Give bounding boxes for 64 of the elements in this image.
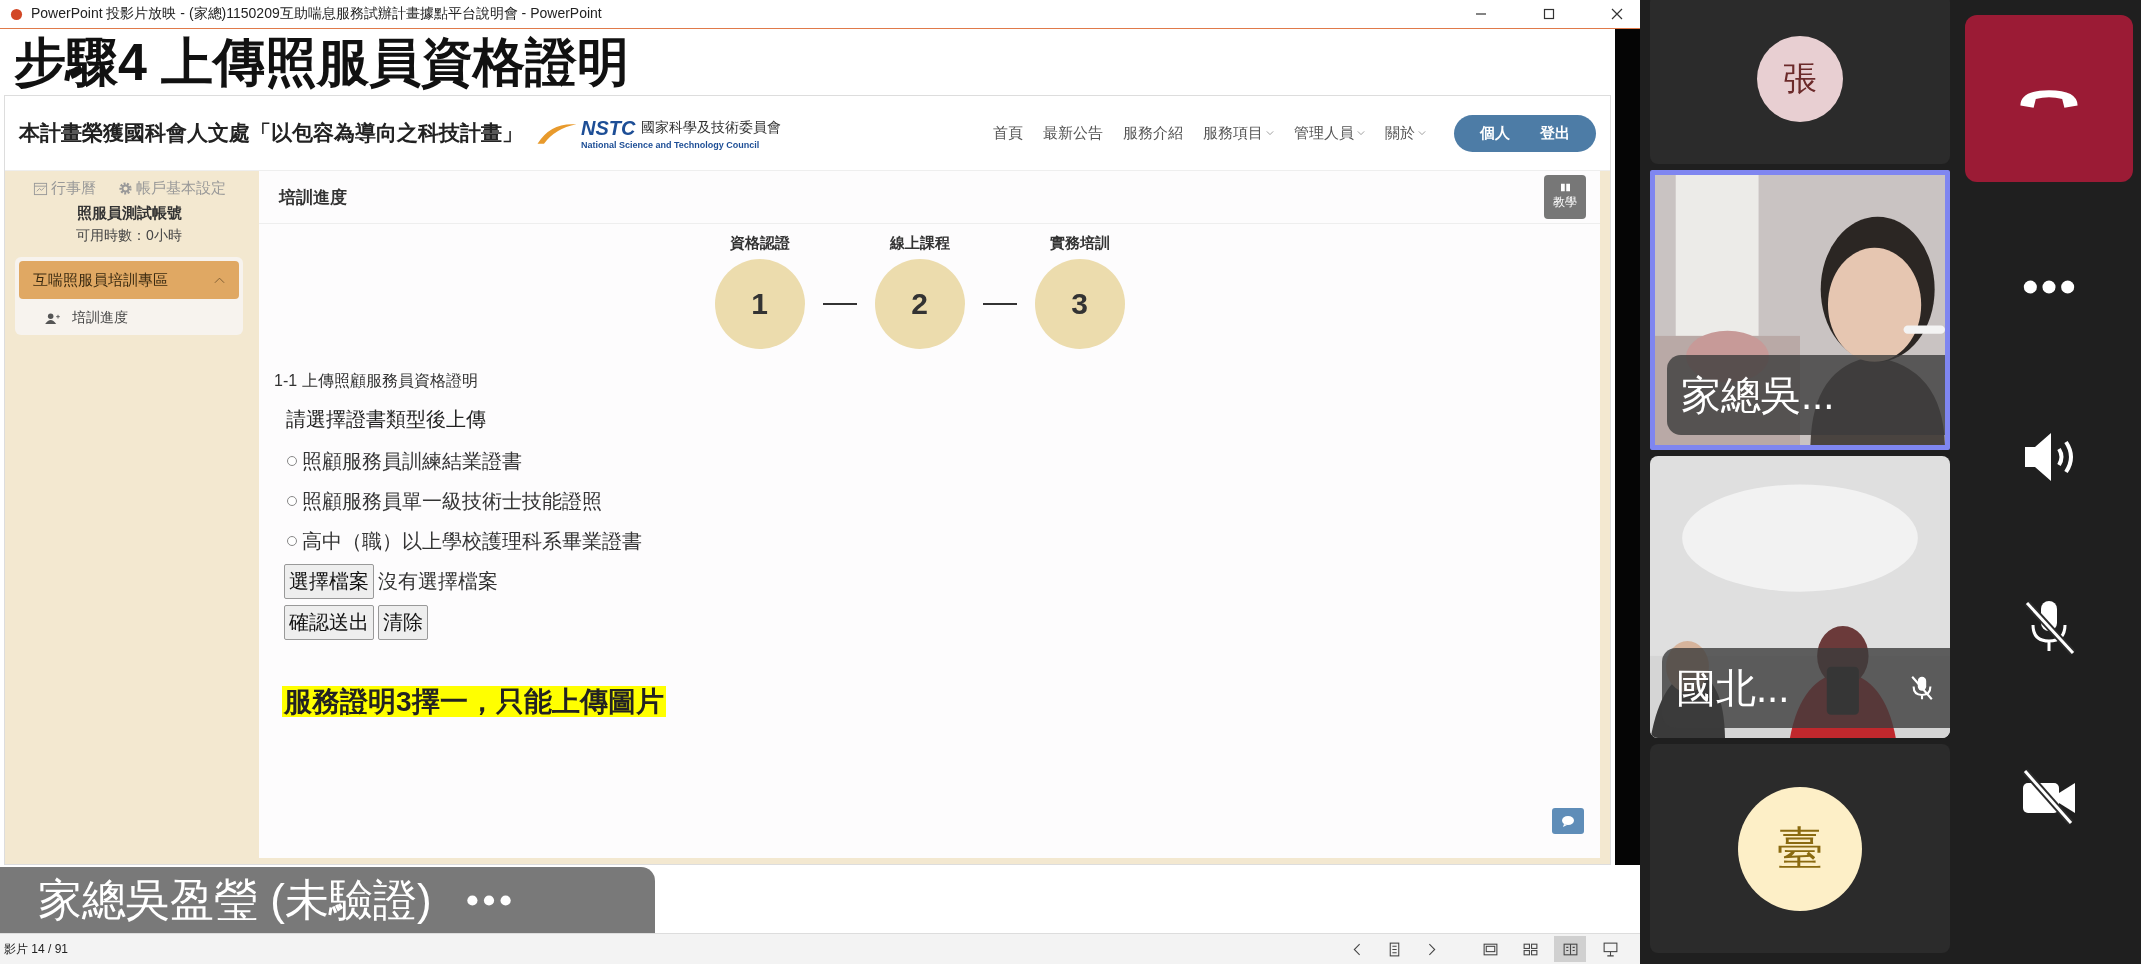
- program-slogan: 本計畫榮獲國科會人文處「以包容為導向之科技計畫」: [19, 120, 523, 146]
- radio-option[interactable]: 照顧服務員訓練結業證書: [286, 441, 522, 481]
- participant-tile[interactable]: 張: [1650, 0, 1950, 164]
- participant-name: 家總吳...: [1681, 371, 1836, 419]
- caret-icon: [214, 276, 225, 284]
- participant-tile[interactable]: 家總吳...: [1650, 170, 1950, 450]
- radio-option[interactable]: 照顧服務員單一級技術士技能證照: [286, 481, 602, 521]
- caret-icon: [1266, 130, 1274, 136]
- radio-button[interactable]: [286, 455, 298, 467]
- nav-link[interactable]: 管理人員: [1294, 123, 1365, 143]
- step-label: 資格認證: [729, 234, 790, 253]
- reading-view-button[interactable]: [1554, 936, 1586, 962]
- maximize-icon[interactable]: [1542, 7, 1556, 21]
- view-icon: [1601, 940, 1619, 958]
- slide-title: 步驟4 上傳照服員資格證明: [13, 32, 631, 93]
- form-button[interactable]: 清除: [378, 605, 428, 640]
- form-button[interactable]: 確認送出: [284, 605, 374, 640]
- logo-name: 國家科學及技術委員會: [641, 119, 782, 137]
- step-circle: 2: [874, 259, 965, 349]
- logo-mark: NSTC: [581, 116, 636, 140]
- caret-icon: [1418, 130, 1426, 136]
- menu-item[interactable]: 培訓進度: [19, 299, 239, 327]
- user-icon: [45, 312, 60, 324]
- chat-icon: [1561, 815, 1575, 827]
- caret-icon: [1357, 130, 1365, 136]
- section-title: 1-1 上傳照顧服務員資格證明: [274, 371, 478, 391]
- speaker-name: 家總吳盈瑩 (未驗證): [38, 873, 432, 926]
- account-name: 照服員測試帳號: [76, 204, 182, 223]
- chat-button[interactable]: [1552, 808, 1584, 834]
- radio-option[interactable]: 高中（職）以上學校護理科系畢業證書: [286, 521, 642, 561]
- nav-link[interactable]: 關於: [1385, 123, 1426, 143]
- app-icon: [10, 7, 23, 21]
- step-circle: 3: [1034, 259, 1125, 349]
- nav-link[interactable]: 最新公告: [1043, 123, 1103, 143]
- participant-avatar: 臺: [1738, 786, 1862, 911]
- file-status: 沒有選擇檔案: [378, 569, 498, 594]
- radio-button[interactable]: [286, 535, 298, 547]
- menu-section[interactable]: 互喘照服員培訓專區: [19, 261, 239, 299]
- nav-link[interactable]: 服務介紹: [1123, 123, 1183, 143]
- nav-link[interactable]: 服務項目: [1203, 123, 1274, 143]
- highlighted-note: 服務證明3擇一，只能上傳圖片: [282, 686, 666, 717]
- upload-prompt: 請選擇證書類型後上傳: [286, 407, 486, 432]
- logo-subtitle: National Science and Technology Council: [581, 139, 761, 150]
- step-circle: 1: [714, 259, 805, 349]
- participant-tile[interactable]: 國北...: [1650, 456, 1950, 738]
- available-hours: 可用時數：0小時: [76, 227, 182, 245]
- calendar-icon: [32, 181, 48, 196]
- account-link[interactable]: 個人: [1480, 123, 1510, 143]
- settings-icon: [117, 181, 133, 196]
- slide-counter: 影片 14 / 91: [3, 940, 69, 958]
- account-link[interactable]: 登出: [1540, 123, 1570, 143]
- choose-file-button[interactable]: 選擇檔案: [284, 564, 374, 599]
- step-label: 實務培訓: [1049, 234, 1110, 253]
- book-icon: [1559, 183, 1571, 192]
- radio-button[interactable]: [286, 495, 298, 507]
- participant-name: 國北...: [1676, 664, 1791, 712]
- close-icon[interactable]: [1610, 7, 1624, 21]
- window-title: PowerPoint 投影片放映 - (家總)1150209互助喘息服務試辦計畫據點平台說明會 - PowerPoint: [31, 5, 602, 23]
- step-label: 線上課程: [889, 234, 950, 253]
- participant-avatar: 張: [1757, 36, 1843, 122]
- participant-tile[interactable]: 臺: [1650, 744, 1950, 953]
- page-title: 培訓進度: [279, 186, 347, 209]
- nav-link[interactable]: 首頁: [993, 123, 1023, 143]
- tutorial-button[interactable]: 教學: [1544, 175, 1586, 219]
